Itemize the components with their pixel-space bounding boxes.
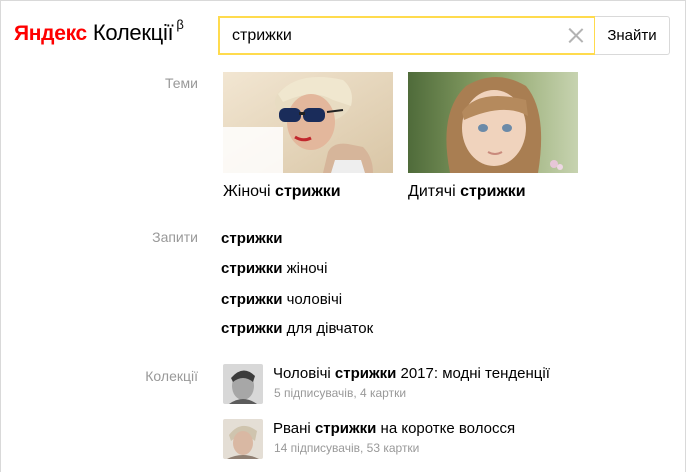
collection-thumbnail	[223, 364, 263, 404]
theme-caption-women: Жіночі стрижки	[223, 183, 341, 200]
query-link[interactable]: стрижки	[221, 230, 282, 247]
collection-meta: 5 підписувачів, 4 картки	[274, 386, 407, 400]
theme-caption-kids: Дитячі стрижки	[408, 183, 526, 200]
logo-product: Колекції	[92, 20, 174, 45]
query-link[interactable]: стрижки чоловічі	[221, 291, 342, 308]
query-link[interactable]: стрижки для дівчаток	[221, 320, 373, 337]
collection-title: Чоловічі стрижки 2017: модні тенденції	[273, 365, 550, 382]
theme-image-women	[223, 72, 393, 173]
clear-icon[interactable]	[568, 27, 584, 43]
collection-meta: 14 підписувачів, 53 картки	[274, 441, 420, 455]
search-box	[218, 16, 596, 55]
collection-item[interactable]: Рвані стрижки на коротке волосся 14 підп…	[223, 419, 603, 461]
search-input[interactable]	[232, 18, 552, 53]
search-button[interactable]: Знайти	[595, 16, 670, 55]
beta-badge: β	[176, 17, 184, 32]
yandex-collections-logo[interactable]: Яндекс Колекції β	[14, 17, 184, 50]
collection-item[interactable]: Чоловічі стрижки 2017: модні тенденції 5…	[223, 364, 603, 406]
queries-label: Запити	[152, 229, 198, 245]
collection-thumbnail	[223, 419, 263, 459]
query-link[interactable]: стрижки жіночі	[221, 260, 327, 277]
theme-card-kids[interactable]: Дитячі стрижки	[408, 72, 578, 201]
collections-label: Колекції	[145, 368, 198, 384]
themes-label: Теми	[165, 75, 198, 91]
theme-card-women[interactable]: Жіночі стрижки	[223, 72, 393, 201]
collection-title: Рвані стрижки на коротке волосся	[273, 420, 516, 437]
theme-image-kids	[408, 72, 578, 173]
logo-brand: Яндекс	[14, 22, 87, 45]
